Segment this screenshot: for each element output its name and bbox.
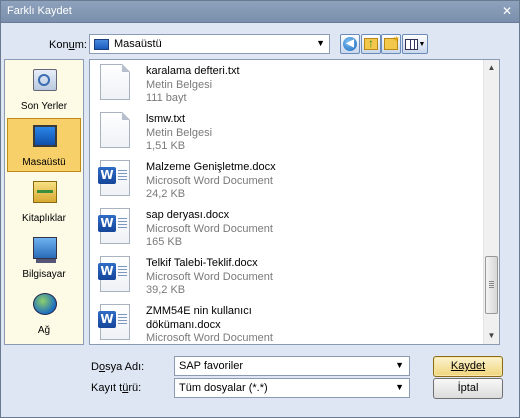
scroll-thumb[interactable] [485,256,498,314]
libraries-icon [33,181,57,203]
file-type-select[interactable]: Tüm dosyalar (*.*) ▼ [174,378,410,398]
chevron-down-icon: ▼ [316,38,325,48]
scroll-down-icon[interactable]: ▼ [484,328,499,344]
place-label: Bilgisayar [22,269,66,280]
back-button[interactable]: ◀ [340,34,360,54]
file-name: lsmw.txt [146,113,186,125]
location-combo[interactable]: Masaüstü ▼ [89,34,330,54]
cancel-button[interactable]: İptal [433,378,503,399]
file-size: 1,51 KB [146,140,186,152]
word-document-icon: W [98,304,130,340]
close-icon[interactable]: ✕ [499,4,515,19]
save-as-dialog: Farklı Kaydet ✕ Konum: Masaüstü ▼ ◀ ▼ So… [0,0,520,418]
place-label: Son Yerler [20,101,68,112]
back-icon: ◀ [343,37,357,51]
list-item[interactable]: W ZMM54E nin kullanıcı dökümanı.docx Mic… [94,300,474,344]
text-file-icon [100,112,130,148]
places-bar: Son Yerler Masaüstü Kitaplıklar Bilgisay… [4,59,84,345]
place-label: Kitaplıklar [22,213,66,224]
file-name: karalama defteri.txt [146,65,240,77]
file-type: Microsoft Word Document [146,332,273,344]
place-libraries[interactable]: Kitaplıklar [7,174,81,228]
file-type: Microsoft Word Document [146,223,273,235]
dialog-title: Farklı Kaydet [7,5,72,17]
place-label: Ağ [37,325,51,336]
list-item[interactable]: lsmw.txt Metin Belgesi 1,51 KB [94,108,474,158]
file-type-value: Tüm dosyalar (*.*) [179,382,268,394]
file-size: 111 bayt [146,92,187,104]
file-name: Telkif Talebi-Teklif.docx [146,257,258,269]
file-name-field[interactable]: SAP favoriler ▼ [174,356,410,376]
list-item[interactable]: W Telkif Talebi-Teklif.docx Microsoft Wo… [94,252,474,302]
up-folder-icon [364,36,378,50]
recent-places-icon [33,69,57,91]
file-size: 39,2 KB [146,284,186,296]
file-size: 24,2 KB [146,188,186,200]
vertical-scrollbar[interactable]: ▲ ▼ [483,60,499,344]
file-type: Microsoft Word Document [146,175,273,187]
word-document-icon: W [98,208,130,244]
chevron-down-icon: ▼ [418,40,426,48]
place-recent[interactable]: Son Yerler [7,62,81,116]
chevron-down-icon[interactable]: ▼ [395,360,404,370]
network-icon [33,293,57,315]
file-type-label: Kayıt türü: [91,382,142,394]
file-type: Metin Belgesi [146,127,213,139]
file-name-line2: dökümanı.docx [146,319,221,331]
computer-icon [33,237,57,263]
chevron-down-icon[interactable]: ▼ [395,382,404,392]
file-name: ZMM54E nin kullanıcı [146,305,252,317]
save-label: Kaydet [450,360,486,372]
list-item[interactable]: karalama defteri.txt Metin Belgesi 111 b… [94,60,474,110]
place-label: Masaüstü [22,157,66,168]
file-name: sap deryası.docx [146,209,230,221]
scroll-up-icon[interactable]: ▲ [484,60,499,76]
view-menu-button[interactable]: ▼ [402,34,428,54]
up-folder-button[interactable] [361,34,381,54]
file-type: Metin Belgesi [146,79,213,91]
file-type: Microsoft Word Document [146,271,273,283]
view-menu-icon [404,38,418,50]
file-size: 165 KB [146,236,183,248]
desktop-icon [33,125,57,147]
text-file-icon [100,64,130,100]
cancel-label: İptal [457,382,479,394]
list-item[interactable]: W Malzeme Genişletme.docx Microsoft Word… [94,156,474,206]
new-folder-icon [384,34,400,50]
list-item[interactable]: W sap deryası.docx Microsoft Word Docume… [94,204,474,254]
file-name-label: Dosya Adı: [91,361,145,373]
place-computer[interactable]: Bilgisayar [7,230,81,284]
title-bar: Farklı Kaydet ✕ [1,1,519,23]
file-list[interactable]: karalama defteri.txt Metin Belgesi 111 b… [89,59,500,345]
location-label: Konum: [49,39,87,51]
word-document-icon: W [98,256,130,292]
file-name: Malzeme Genişletme.docx [146,161,276,173]
save-button[interactable]: Kaydet [433,356,503,377]
location-value: Masaüstü [114,38,162,50]
desktop-icon [94,39,109,50]
word-document-icon: W [98,160,130,196]
place-network[interactable]: Ağ [7,286,81,340]
place-desktop[interactable]: Masaüstü [7,118,81,172]
new-folder-button[interactable] [381,34,401,54]
file-name-value: SAP favoriler [179,360,243,372]
